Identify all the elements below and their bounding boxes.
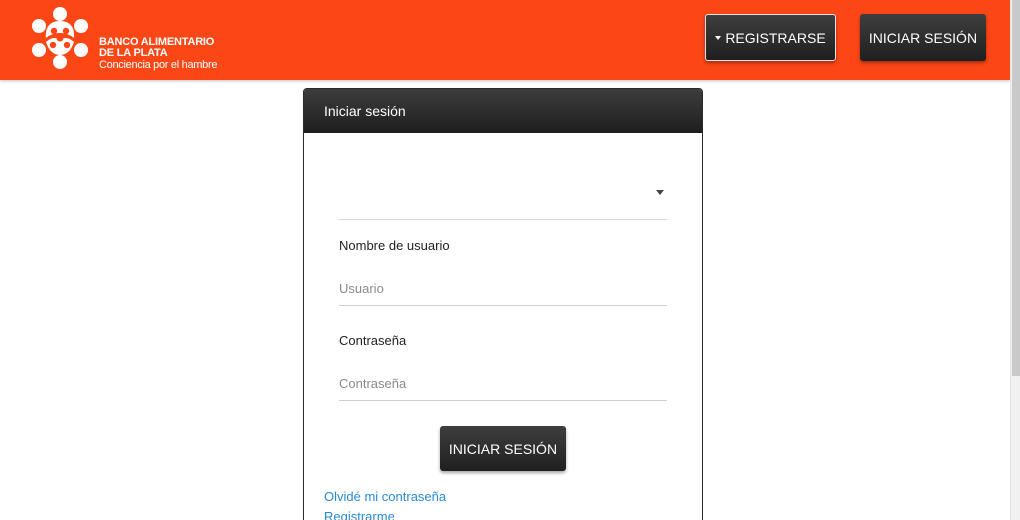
login-panel: Iniciar sesión Nombre de usuario Contras… (303, 88, 703, 520)
login-panel-heading: Iniciar sesión (304, 89, 702, 133)
username-input[interactable] (339, 272, 667, 306)
login-nav-button[interactable]: INICIAR SESIÓN (860, 14, 986, 61)
brand-tagline: Conciencia por el hambre (99, 59, 218, 71)
account-type-select[interactable] (339, 173, 667, 220)
login-panel-title: Iniciar sesión (324, 103, 406, 119)
brand-text: BANCO ALIMENTARIO DE LA PLATA Conciencia… (99, 37, 217, 72)
login-nav-button-label: INICIAR SESIÓN (868, 29, 978, 46)
login-submit-button[interactable]: INICIAR SESIÓN (440, 426, 566, 471)
caret-down-icon (656, 190, 664, 195)
page: BANCO ALIMENTARIO DE LA PLATA Conciencia… (0, 0, 1020, 520)
login-submit-button-label: INICIAR SESIÓN (448, 440, 558, 457)
vertical-scrollbar[interactable] (1010, 0, 1020, 520)
forgot-password-link[interactable]: Olvidé mi contraseña (324, 489, 446, 504)
password-input[interactable] (339, 367, 667, 401)
brand-name-line2: DE LA PLATA (99, 47, 168, 59)
register-link[interactable]: Registrarme (324, 509, 395, 520)
top-navbar: BANCO ALIMENTARIO DE LA PLATA Conciencia… (0, 0, 1010, 80)
people-circle-logo-icon (32, 7, 88, 69)
scrollbar-thumb[interactable] (1012, 0, 1020, 376)
register-dropdown-button[interactable]: REGISTRARSE (705, 14, 836, 61)
username-label: Nombre de usuario (339, 238, 450, 253)
password-label: Contraseña (339, 333, 407, 348)
caret-down-icon (715, 35, 722, 40)
register-button-label: REGISTRARSE (725, 29, 826, 46)
brand-logo[interactable]: BANCO ALIMENTARIO DE LA PLATA Conciencia… (26, 4, 226, 74)
